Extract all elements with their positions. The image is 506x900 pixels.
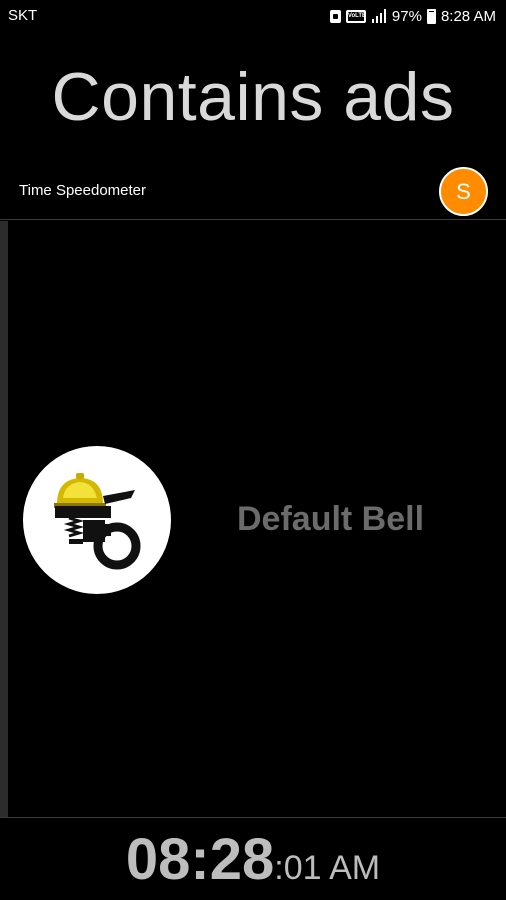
bell-icon (54, 473, 141, 570)
clock-display: 08:28:01 AM (0, 826, 506, 893)
volte-icon: VoLTE (345, 9, 366, 23)
bell-label: Default Bell (237, 500, 425, 538)
avatar[interactable]: S (439, 167, 488, 216)
lock-icon (329, 9, 341, 23)
status-icons: VoLTE 97% 8:28 AM (329, 5, 496, 27)
app-title: Time Speedometer (19, 182, 147, 199)
status-time: 8:28 AM (440, 7, 496, 25)
ad-banner[interactable]: Contains ads (0, 34, 506, 160)
left-rail (0, 221, 8, 817)
signal-icon (371, 9, 386, 23)
carrier-label: SKT (8, 7, 38, 24)
clock-ampm: AM (321, 849, 381, 887)
app-header: Time Speedometer (0, 162, 506, 220)
battery-percent: 97% (391, 7, 422, 25)
bell-button[interactable] (23, 446, 171, 594)
battery-icon (426, 8, 436, 24)
bottom-divider (0, 817, 506, 818)
clock-hours-minutes: 08:28 (125, 827, 275, 892)
clock-seconds: :01 (274, 849, 322, 887)
status-bar: SKT VoLTE 97% 8:28 AM (0, 0, 506, 34)
ad-text: Contains ads (51, 59, 455, 135)
